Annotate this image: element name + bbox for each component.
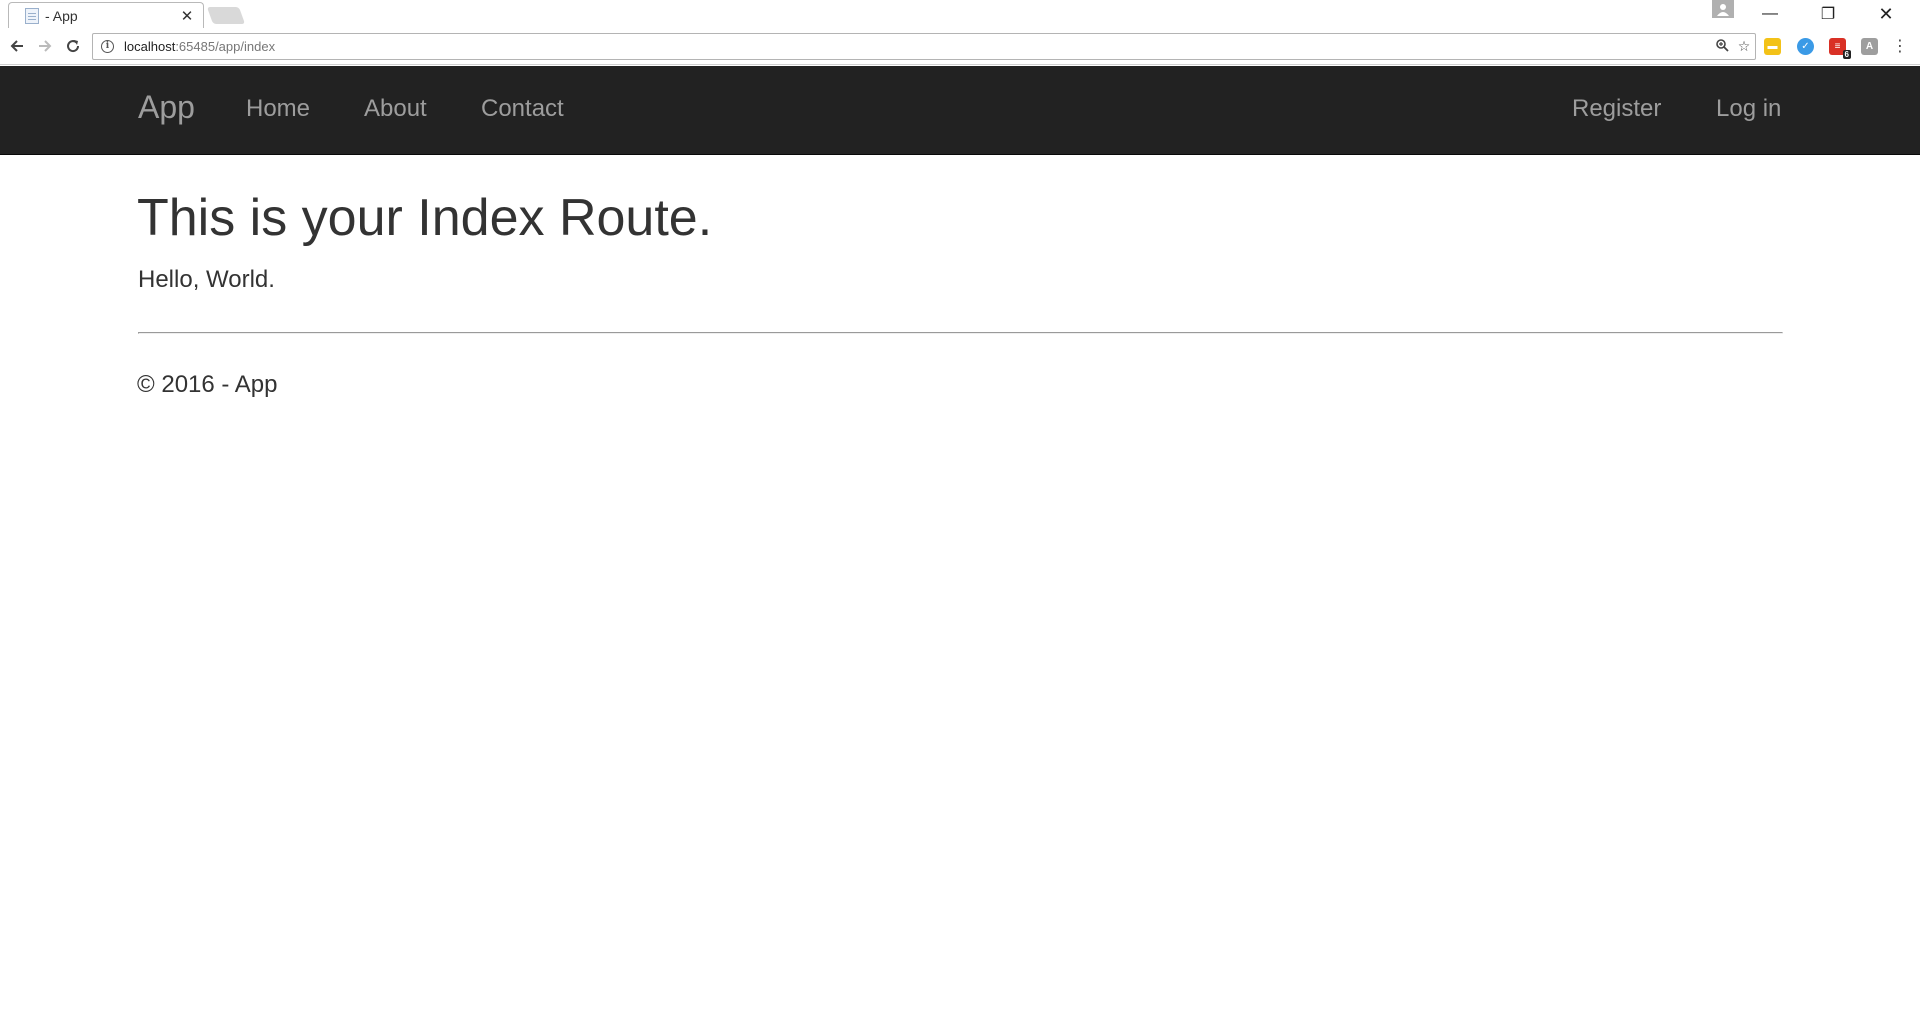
tab-close-icon[interactable]: ✕	[179, 7, 195, 25]
browser-tab[interactable]: - App ✕	[8, 2, 204, 29]
close-window-button[interactable]: ✕	[1858, 0, 1914, 28]
extension-notes-icon[interactable]: ▬	[1764, 38, 1781, 55]
back-arrow-icon[interactable]	[6, 35, 28, 57]
nav-about-link[interactable]: About	[364, 95, 427, 123]
tab-title: - App	[45, 8, 78, 24]
new-tab-button[interactable]	[206, 7, 246, 24]
url-path: :65485/app/index	[175, 39, 276, 54]
nav-contact-link[interactable]: Contact	[481, 95, 564, 123]
profile-icon[interactable]	[1712, 0, 1734, 18]
page-viewport: App Home About Contact Register Log in T…	[0, 66, 1920, 1030]
extension-check-icon[interactable]: ✓	[1797, 38, 1814, 55]
extension-grey-icon[interactable]: A	[1861, 38, 1878, 55]
reload-icon[interactable]	[62, 35, 84, 57]
page-body-text: Hello, World.	[138, 266, 275, 293]
site-navbar: App Home About Contact Register Log in	[0, 66, 1920, 155]
brand-link[interactable]: App	[138, 89, 195, 126]
nav-home-link[interactable]: Home	[246, 95, 310, 123]
footer-copyright: © 2016 - App	[137, 371, 278, 398]
footer-divider	[138, 332, 1783, 334]
info-icon[interactable]: i	[101, 40, 114, 53]
menu-icon[interactable]: ⋮	[1892, 36, 1908, 58]
nav-login-link[interactable]: Log in	[1716, 95, 1781, 123]
zoom-icon[interactable]	[1711, 38, 1733, 55]
address-bar[interactable]: i localhost :65485/app/index ☆	[92, 33, 1756, 60]
page-title: This is your Index Route.	[137, 189, 713, 247]
browser-toolbar: i localhost :65485/app/index ☆ ▬ ✓ ≡ 6 A …	[0, 28, 1920, 65]
star-icon[interactable]: ☆	[1733, 38, 1755, 55]
nav-register-link[interactable]: Register	[1572, 95, 1661, 123]
page-favicon-icon	[25, 8, 39, 24]
extension-badge: 6	[1842, 50, 1851, 59]
restore-button[interactable]: ❐	[1800, 0, 1856, 28]
url-host: localhost	[124, 39, 176, 54]
tab-strip: - App ✕ — ❐ ✕	[0, 0, 1920, 29]
minimize-button[interactable]: —	[1742, 0, 1798, 28]
forward-arrow-icon[interactable]	[34, 35, 56, 57]
extension-red-icon[interactable]: ≡ 6	[1829, 38, 1851, 59]
